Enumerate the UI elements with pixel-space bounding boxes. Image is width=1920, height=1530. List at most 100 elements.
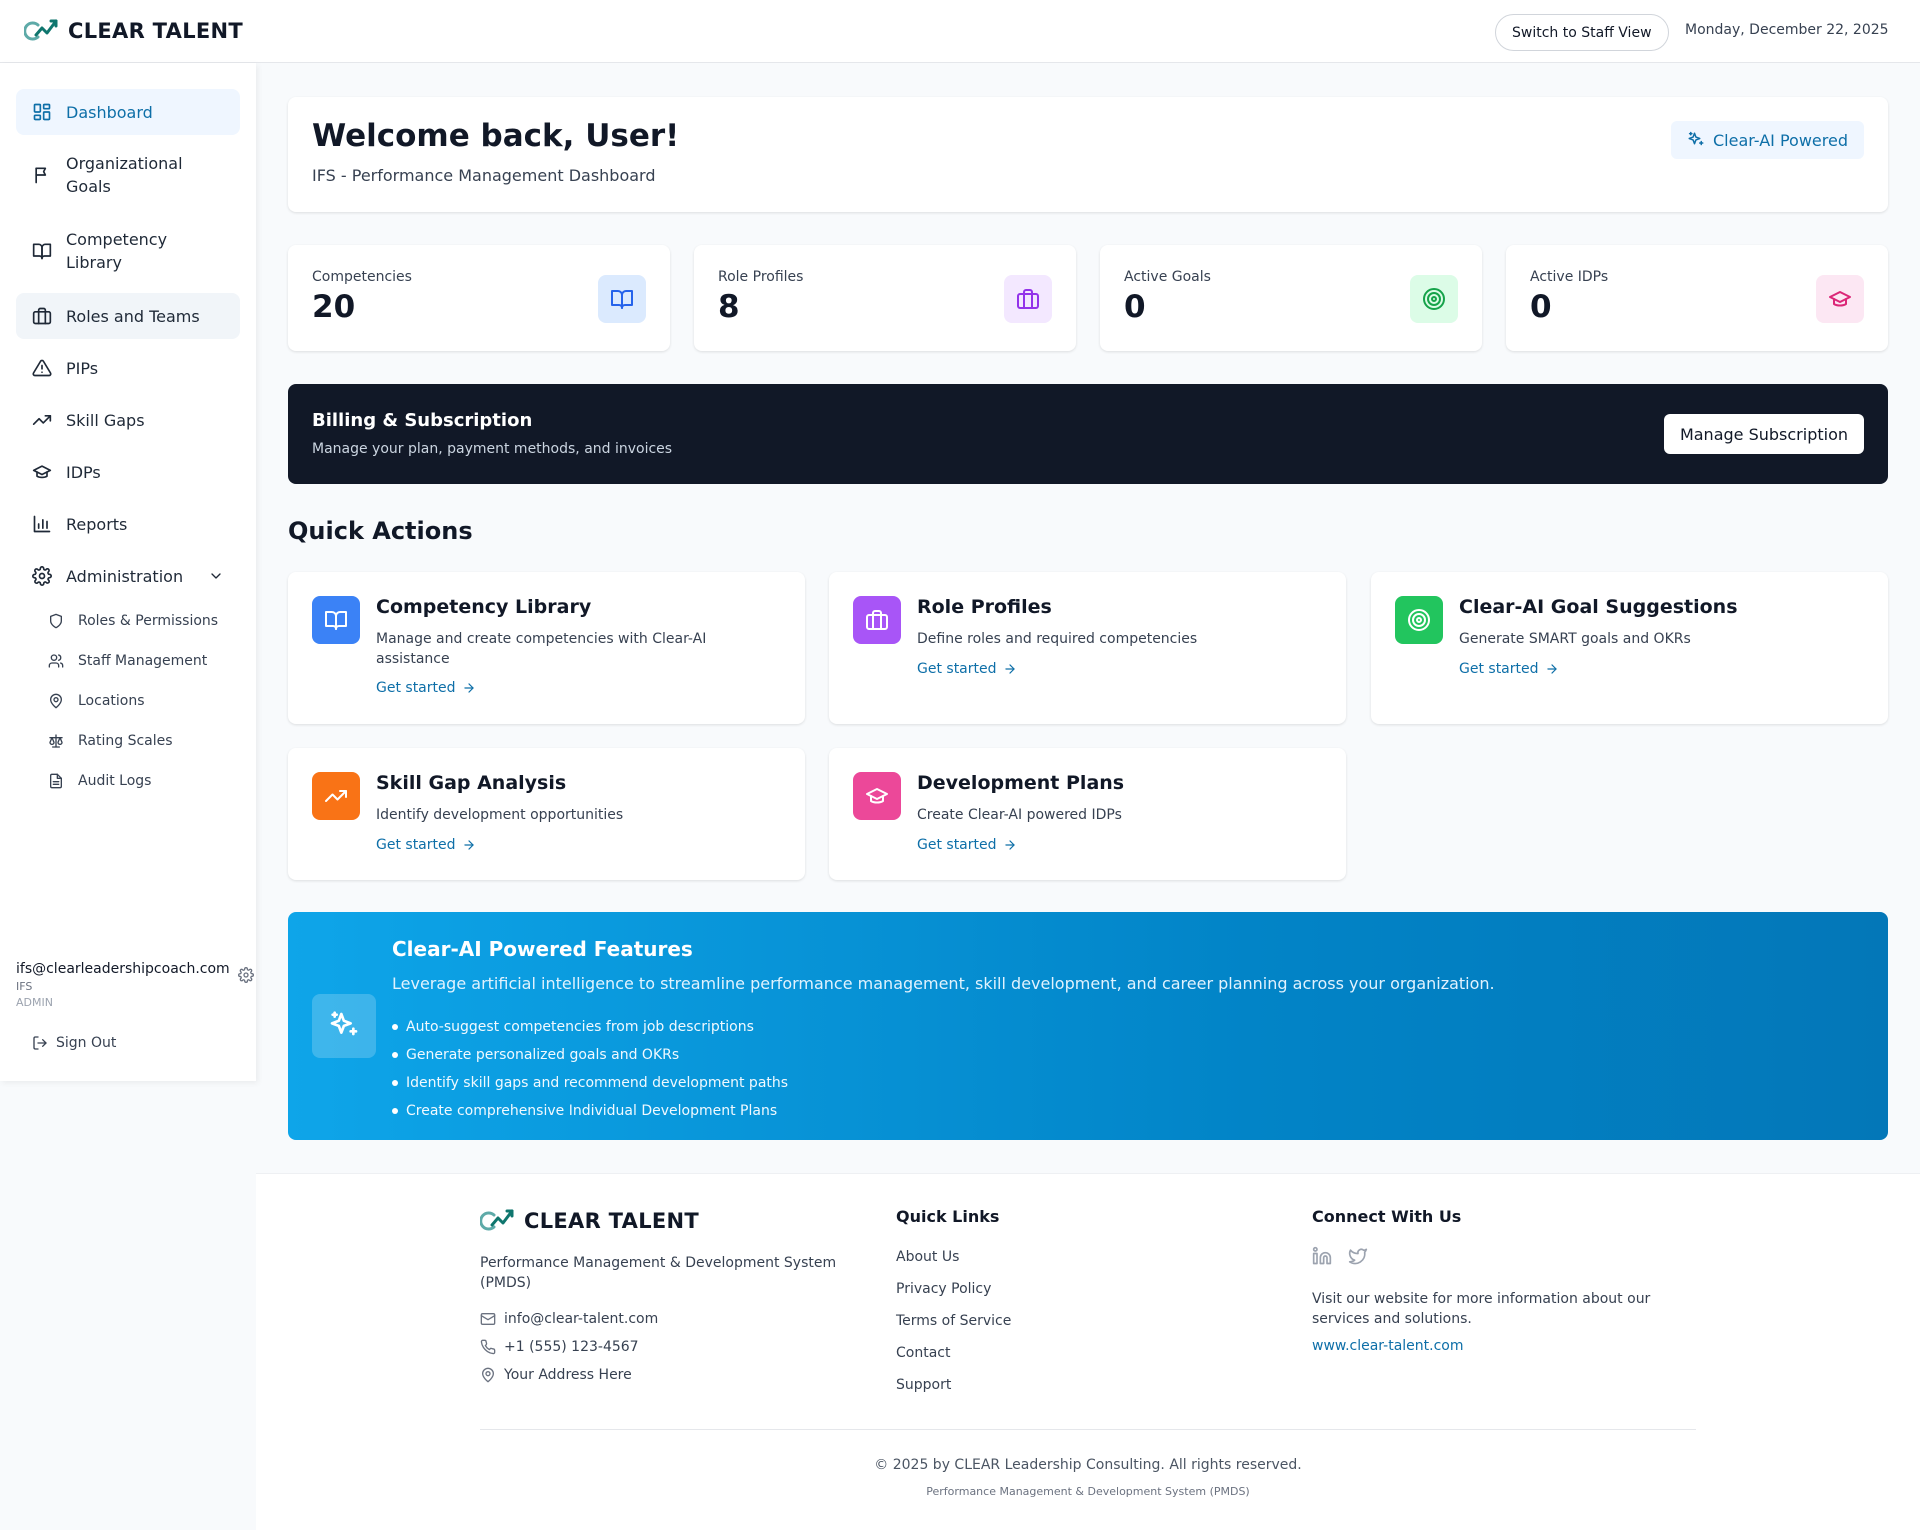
target-icon <box>1408 609 1430 631</box>
stat-label: Active IDPs <box>1530 269 1609 285</box>
sidebar-item-label: IDPs <box>66 462 101 482</box>
footer-website-link[interactable]: www.clear-talent.com <box>1312 1338 1464 1354</box>
ai-feature-item: Create comprehensive Individual Developm… <box>392 1097 788 1125</box>
footer-email[interactable]: info@clear-talent.com <box>480 1311 658 1327</box>
scale-icon <box>49 734 63 748</box>
welcome-card: Welcome back, User! IFS - Performance Ma… <box>288 97 1888 212</box>
footer-logo[interactable]: CLEAR TALENT <box>480 1208 699 1234</box>
sidebar-item-label: Reports <box>66 514 128 534</box>
stat-icon-box <box>1410 275 1458 323</box>
get-started-link[interactable]: Get started <box>376 837 476 853</box>
stat-label: Active Goals <box>1124 269 1211 285</box>
quick-action-description: Define roles and required competencies <box>917 631 1198 647</box>
linkedin-icon[interactable] <box>1312 1246 1332 1266</box>
brand-name: CLEAR TALENT <box>68 19 244 43</box>
ai-features-icon-box <box>312 994 376 1058</box>
users-icon <box>48 654 64 668</box>
sidebar-subitem-roles-permissions[interactable]: Roles & Permissions <box>48 613 218 629</box>
ai-feature-item: Generate personalized goals and OKRs <box>392 1041 788 1069</box>
sidebar-item-organizational-goals[interactable]: Organizational Goals <box>16 143 240 207</box>
footer-quick-links-title: Quick Links <box>896 1207 1000 1226</box>
graduation-cap-icon <box>32 465 52 479</box>
sign-out-button[interactable]: Sign Out <box>32 1035 116 1051</box>
get-started-link[interactable]: Get started <box>917 661 1017 677</box>
footer-link-contact[interactable]: Contact <box>896 1345 950 1361</box>
quick-action-description: Identify development opportunities <box>376 807 624 823</box>
sidebar-subitem-rating-scales[interactable]: Rating Scales <box>48 733 173 749</box>
get-started-label: Get started <box>376 837 456 853</box>
ai-features-title: Clear-AI Powered Features <box>392 937 693 961</box>
graduation-cap-icon <box>1829 291 1851 307</box>
arrow-right-icon <box>1004 664 1015 674</box>
footer-link-about-us[interactable]: About Us <box>896 1249 959 1265</box>
quick-action-role-profiles[interactable]: Role Profiles Define roles and required … <box>829 572 1346 724</box>
brand-logo[interactable]: CLEAR TALENT <box>24 18 243 44</box>
footer-system-name: Performance Management & Development Sys… <box>926 1485 1250 1498</box>
footer-copyright: © 2025 by CLEAR Leadership Consulting. A… <box>874 1457 1302 1473</box>
sidebar-item-idps[interactable]: IDPs <box>16 449 240 495</box>
quick-action-icon-box <box>1395 596 1443 644</box>
get-started-link[interactable]: Get started <box>917 837 1017 853</box>
clear-ai-badge: Clear-AI Powered <box>1670 121 1864 159</box>
phone-icon <box>480 1339 496 1355</box>
twitter-icon[interactable] <box>1348 1246 1368 1266</box>
user-settings-gear-icon[interactable] <box>238 967 254 983</box>
book-icon <box>32 243 52 260</box>
footer-link-privacy-policy[interactable]: Privacy Policy <box>896 1281 991 1297</box>
book-icon <box>611 290 633 309</box>
sidebar-item-roles-and-teams[interactable]: Roles and Teams <box>16 293 240 339</box>
sidebar-item-skill-gaps[interactable]: Skill Gaps <box>16 397 240 443</box>
briefcase-icon <box>32 307 52 325</box>
stat-card-role-profiles[interactable]: Role Profiles 8 <box>694 245 1076 351</box>
arrow-right-icon <box>463 683 474 693</box>
sidebar-subitem-staff-management[interactable]: Staff Management <box>48 653 207 669</box>
dashboard-grid-icon <box>33 103 51 121</box>
stat-value: 20 <box>312 289 356 325</box>
stat-card-active-idps[interactable]: Active IDPs 0 <box>1506 245 1888 351</box>
get-started-link[interactable]: Get started <box>1459 661 1559 677</box>
sidebar-item-competency-library[interactable]: Competency Library <box>16 219 240 283</box>
get-started-link[interactable]: Get started <box>376 680 476 696</box>
quick-action-title: Competency Library <box>376 596 592 618</box>
quick-action-description: Manage and create competencies with Clea… <box>376 631 707 667</box>
sidebar-item-label: Skill Gaps <box>66 410 145 430</box>
sidebar-item-administration[interactable]: Administration <box>16 553 240 599</box>
trending-up-icon <box>32 415 52 425</box>
stat-card-competencies[interactable]: Competencies 20 <box>288 245 670 351</box>
sidebar: Dashboard Organizational Goals Competenc… <box>0 63 256 1081</box>
map-pin-icon <box>482 1367 494 1383</box>
footer-link-support[interactable]: Support <box>896 1377 951 1393</box>
sidebar-item-pips[interactable]: PIPs <box>16 345 240 391</box>
user-email: ifs@clearleadershipcoach.com <box>16 961 230 977</box>
gear-icon <box>32 566 52 586</box>
mail-icon <box>480 1313 496 1325</box>
map-pin-icon <box>50 693 62 709</box>
switch-to-staff-view-button[interactable]: Switch to Staff View <box>1495 14 1669 51</box>
sign-out-label: Sign Out <box>56 1035 117 1051</box>
stat-card-active-goals[interactable]: Active Goals 0 <box>1100 245 1482 351</box>
quick-action-title: Skill Gap Analysis <box>376 772 567 794</box>
get-started-label: Get started <box>1459 661 1539 677</box>
stat-value: 8 <box>718 289 740 325</box>
quick-action-icon-box <box>312 596 360 644</box>
footer-phone[interactable]: +1 (555) 123-4567 <box>480 1339 639 1355</box>
current-date: Monday, December 22, 2025 <box>1685 22 1889 38</box>
footer-address-text: Your Address Here <box>504 1367 632 1383</box>
sparkles-icon <box>1688 131 1704 146</box>
manage-subscription-button[interactable]: Manage Subscription <box>1663 414 1864 454</box>
sidebar-subitem-audit-logs[interactable]: Audit Logs <box>48 773 151 789</box>
quick-action-competency-library[interactable]: Competency Library Manage and create com… <box>288 572 805 724</box>
chevron-down-icon <box>211 573 221 579</box>
sidebar-item-dashboard[interactable]: Dashboard <box>16 89 240 135</box>
quick-action-skill-gap-analysis[interactable]: Skill Gap Analysis Identify development … <box>288 748 805 880</box>
sidebar-subitem-locations[interactable]: Locations <box>48 693 145 709</box>
target-icon <box>1423 288 1445 310</box>
quick-action-clear-ai-goal-suggestions[interactable]: Clear-AI Goal Suggestions Generate SMART… <box>1371 572 1888 724</box>
footer-description: Performance Management & Development Sys… <box>480 1255 837 1291</box>
stat-icon-box <box>1816 275 1864 323</box>
quick-action-development-plans[interactable]: Development Plans Create Clear-AI powere… <box>829 748 1346 880</box>
log-out-icon <box>33 1036 47 1050</box>
sidebar-item-reports[interactable]: Reports <box>16 501 240 547</box>
footer-link-terms-of-service[interactable]: Terms of Service <box>896 1313 1011 1329</box>
ai-feature-item: Identify skill gaps and recommend develo… <box>392 1069 788 1097</box>
